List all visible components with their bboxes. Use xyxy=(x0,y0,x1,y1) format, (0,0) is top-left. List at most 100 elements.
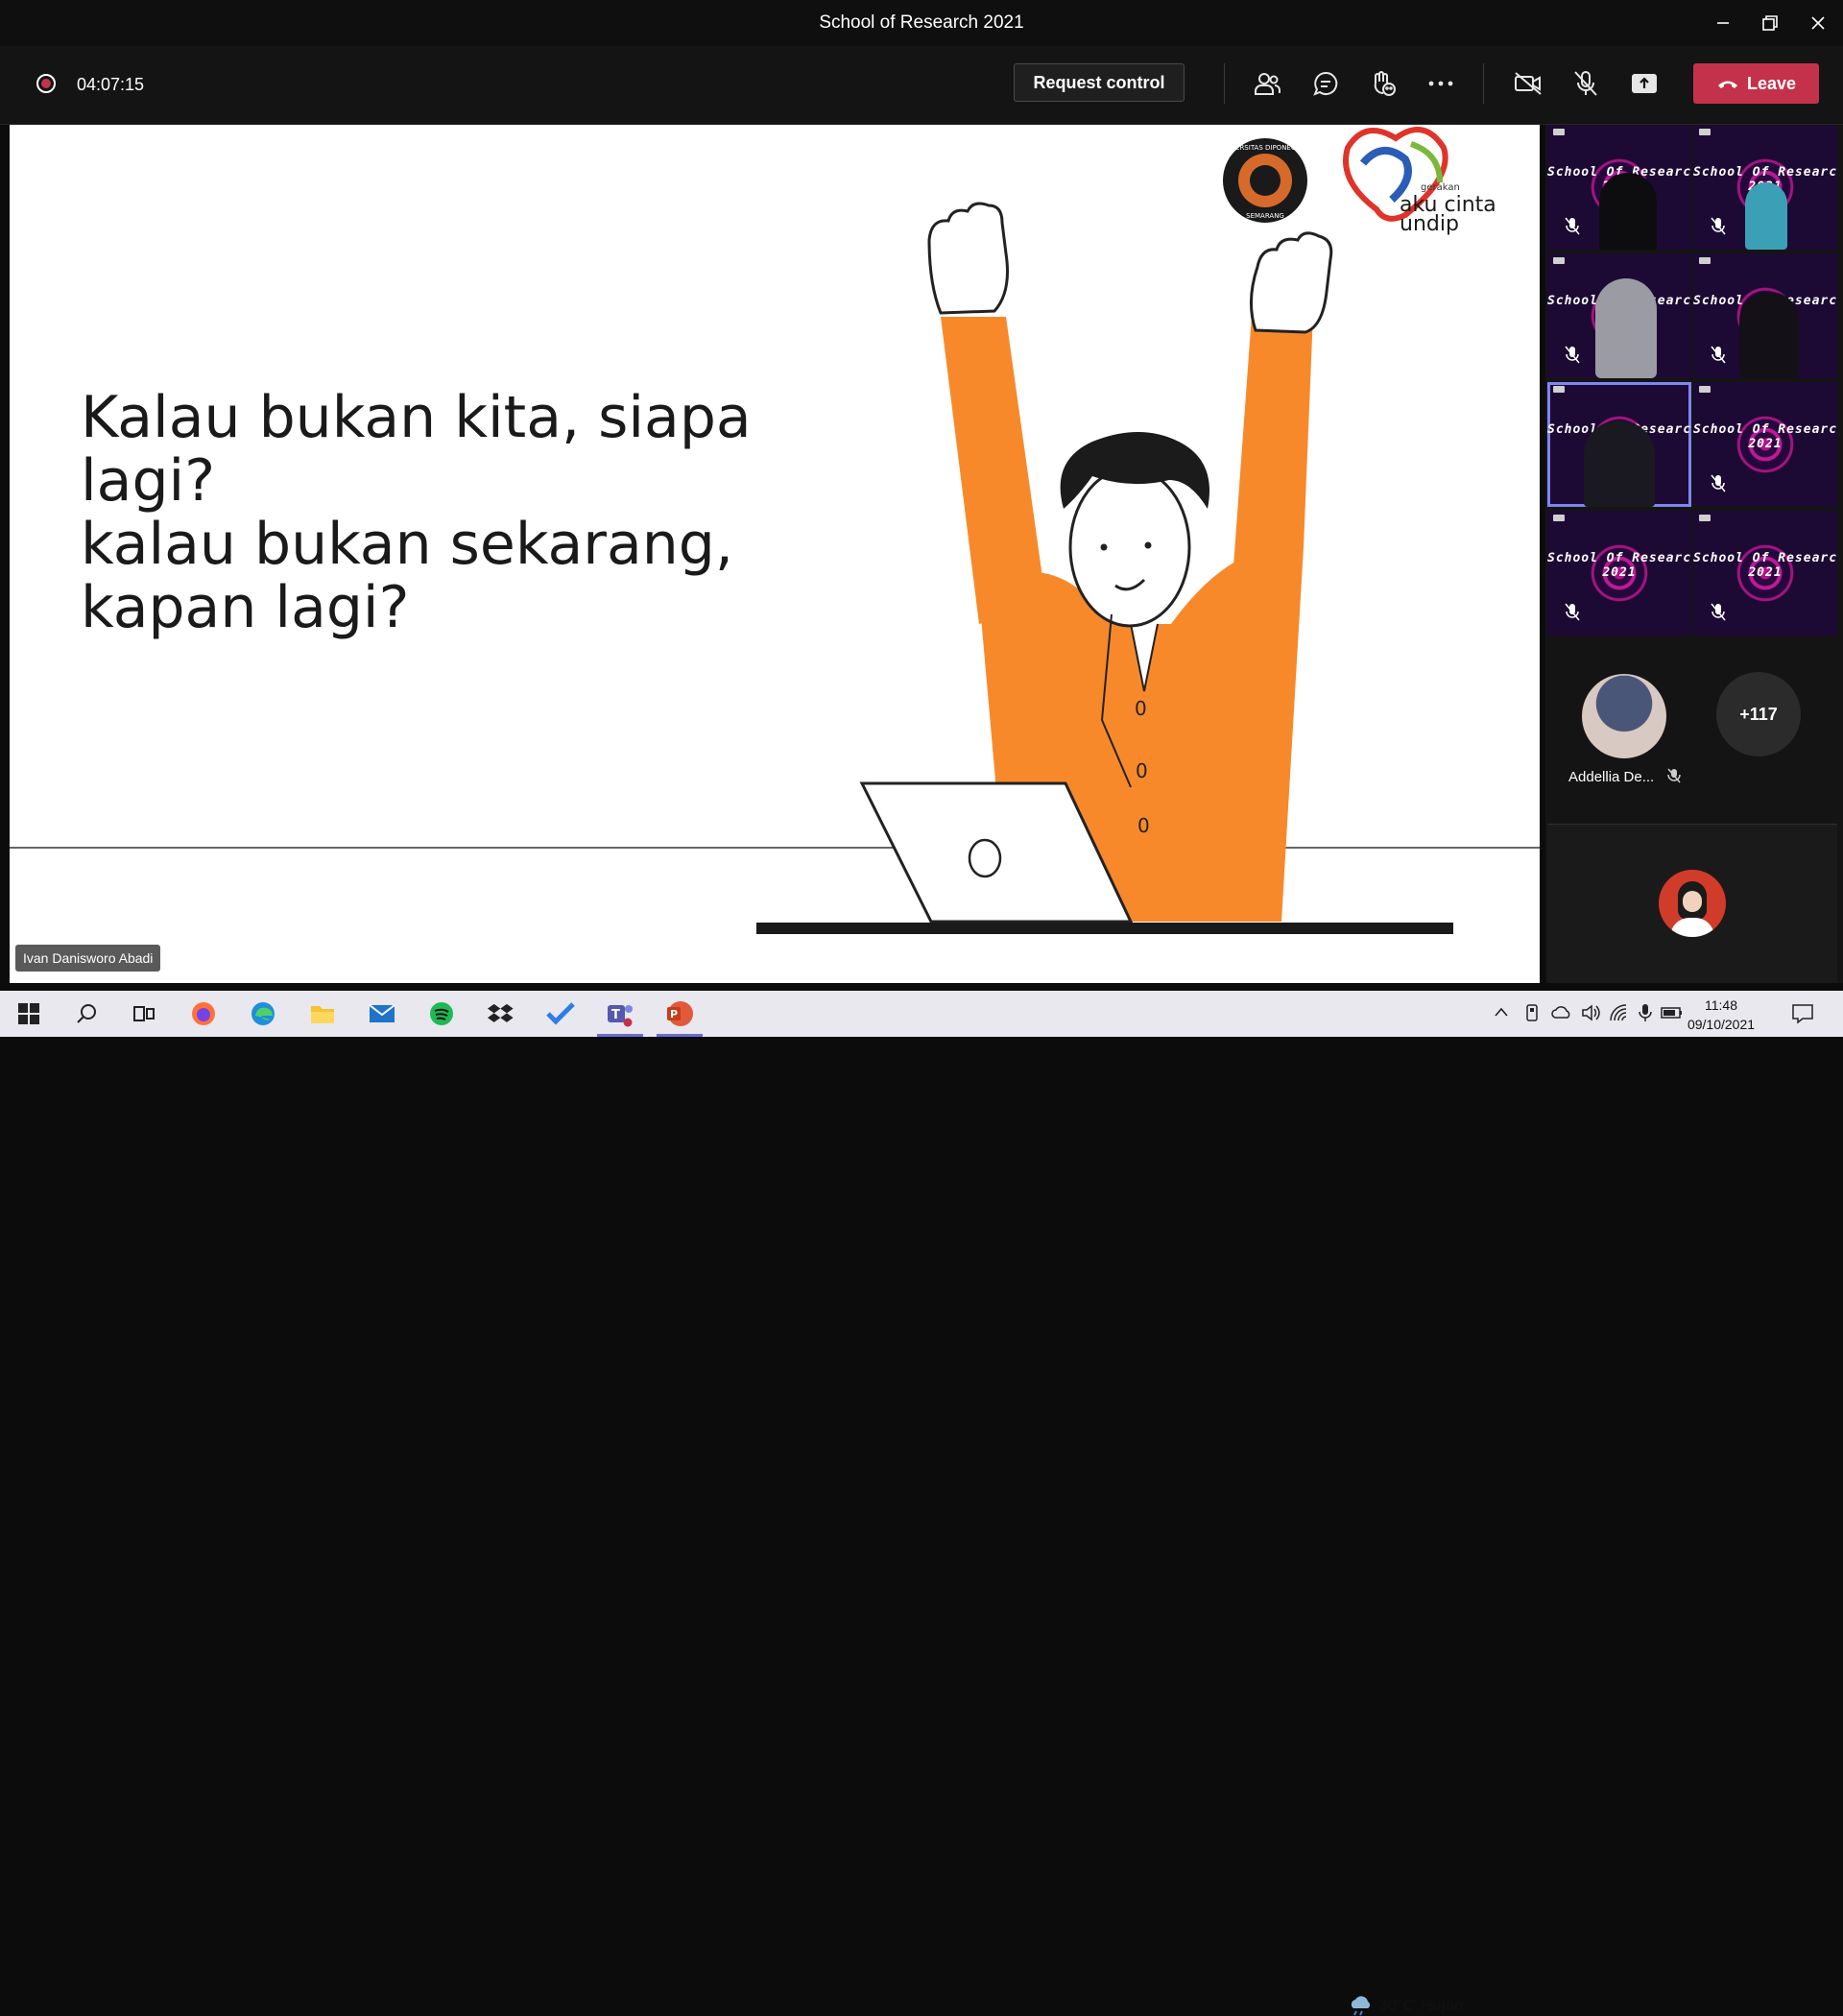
phone-hangup-icon xyxy=(1717,81,1737,88)
leave-button[interactable]: Leave xyxy=(1693,63,1819,104)
windows-logo-icon xyxy=(18,1003,39,1024)
logo-small-text: gerakan xyxy=(1421,182,1460,193)
chat-button[interactable] xyxy=(1304,63,1347,104)
taskbar-todo[interactable] xyxy=(545,998,576,1029)
system-clock[interactable]: 11:48 09/10/2021 xyxy=(1683,996,1759,1034)
taskbar-firefox[interactable] xyxy=(188,998,219,1029)
windows-taskbar: T P 30°C Hujan xyxy=(0,991,1843,2016)
tile-indicator-icon xyxy=(1699,386,1711,393)
powerpoint-icon: P xyxy=(667,1001,693,1026)
recording-indicator-icon xyxy=(36,74,56,93)
taskbar-edge[interactable] xyxy=(248,998,278,1029)
meeting-toolbar: 04:07:15 Request control Leave xyxy=(0,46,1843,125)
participants-button[interactable] xyxy=(1246,63,1288,104)
svg-text:0: 0 xyxy=(1137,814,1150,837)
tile-indicator-icon xyxy=(1553,515,1565,521)
weather-widget[interactable]: 30°C Hujan xyxy=(1348,1995,1463,2016)
mic-off-icon xyxy=(1565,603,1580,621)
participant-video-tile[interactable]: School Of Research2021 xyxy=(1693,253,1837,378)
people-icon xyxy=(1255,73,1281,95)
clock-date: 09/10/2021 xyxy=(1687,1017,1756,1032)
participant-video-tile[interactable]: School Of Research2021 xyxy=(1547,253,1691,378)
wifi-icon[interactable] xyxy=(1609,1003,1630,1022)
participant-video xyxy=(1745,182,1787,250)
weather-desc: Hujan xyxy=(1420,1996,1464,2014)
dropbox-icon xyxy=(488,1003,514,1022)
tile-indicator-icon xyxy=(1553,386,1565,393)
share-screen-button[interactable] xyxy=(1623,63,1665,104)
restore-icon xyxy=(1762,15,1778,31)
participant-video-tile[interactable]: School Of Research2021 xyxy=(1547,511,1691,636)
search-button[interactable] xyxy=(71,998,102,1029)
logo-main-text-2: undip xyxy=(1400,212,1459,236)
tile-indicator-icon xyxy=(1699,515,1711,521)
share-tray-icon xyxy=(1632,74,1657,93)
chevron-up-icon[interactable] xyxy=(1494,1006,1509,1018)
camera-off-icon xyxy=(1515,72,1542,95)
minimize-icon xyxy=(1717,22,1729,24)
participant-video xyxy=(1595,278,1657,378)
minimize-button[interactable] xyxy=(1702,6,1744,40)
taskbar-mail[interactable] xyxy=(367,998,397,1029)
request-control-button[interactable]: Request control xyxy=(1014,63,1185,102)
battery-charging-icon[interactable] xyxy=(1661,1005,1684,1020)
task-view-button[interactable] xyxy=(129,998,159,1029)
participant-video xyxy=(1739,292,1799,378)
leave-label: Leave xyxy=(1746,73,1797,93)
taskbar-spotify[interactable] xyxy=(426,998,457,1029)
taskbar-dropbox[interactable] xyxy=(486,998,516,1029)
close-button[interactable] xyxy=(1797,6,1839,40)
participant-name: Addellia De... xyxy=(1568,768,1682,785)
meeting-timer: 04:07:15 xyxy=(77,75,145,94)
rain-cloud-icon xyxy=(1351,1996,1371,2016)
mic-off-icon xyxy=(1711,603,1726,621)
onedrive-cloud-icon[interactable] xyxy=(1551,1004,1572,1020)
camera-toggle-button[interactable] xyxy=(1507,63,1549,104)
teams-icon: T xyxy=(608,1005,633,1027)
mic-off-icon xyxy=(1667,768,1682,783)
participant-video-tile-active-speaker[interactable]: School Of Research2021 xyxy=(1547,382,1691,507)
notification-icon[interactable] xyxy=(1791,1002,1814,1025)
participant-video-tile[interactable]: School Of Research2021 xyxy=(1693,125,1837,250)
search-icon xyxy=(77,1004,96,1023)
firefox-icon xyxy=(192,1002,215,1025)
more-participants-button[interactable]: +117 xyxy=(1716,672,1801,756)
avatar xyxy=(1659,870,1726,937)
mic-toggle-button[interactable] xyxy=(1565,63,1607,104)
participant-video xyxy=(1599,173,1657,250)
speaker-volume-icon[interactable] xyxy=(1580,1003,1601,1022)
taskbar-file-explorer[interactable] xyxy=(307,998,338,1029)
shared-screen-slide: Kalau bukan kita, siapa lagi? kalau buka… xyxy=(10,125,1540,983)
restore-button[interactable] xyxy=(1749,6,1791,40)
participant-video-tile[interactable]: School Of Research2021 xyxy=(1693,382,1837,507)
start-button[interactable] xyxy=(13,998,44,1029)
chat-icon xyxy=(1313,71,1338,96)
mic-off-icon xyxy=(1711,217,1726,235)
taskbar-powerpoint[interactable]: P xyxy=(657,998,703,1037)
avatar[interactable] xyxy=(1582,674,1666,758)
mic-off-icon xyxy=(1711,346,1726,364)
more-actions-button[interactable] xyxy=(1420,63,1462,104)
folder-icon xyxy=(311,1006,334,1023)
university-seal-logo: UNIVERSITAS DIPONEGORO SEMARANG xyxy=(1219,138,1312,223)
svg-text:T: T xyxy=(611,1008,620,1022)
spotify-icon xyxy=(430,1002,453,1025)
mic-off-icon xyxy=(1565,346,1580,364)
cheering-man-illustration: 0 0 0 UNIVERSITAS DIPONEGORO SEMARANG ge… xyxy=(756,127,1496,934)
participant-video-tile[interactable]: School Of Research2021 xyxy=(1693,511,1837,636)
aku-cinta-undip-logo: gerakan aku cinta undip xyxy=(1343,127,1496,236)
title-bar: School of Research 2021 xyxy=(0,0,1843,46)
svg-text:0: 0 xyxy=(1135,697,1147,720)
participant-video-tile[interactable]: School Of Research2021 xyxy=(1547,125,1691,250)
reactions-button[interactable] xyxy=(1362,63,1404,104)
usb-device-icon[interactable] xyxy=(1524,1003,1540,1022)
weather-temp: 30°C xyxy=(1378,1996,1415,2014)
taskbar-teams[interactable]: T xyxy=(597,998,643,1037)
microphone-in-use-icon[interactable] xyxy=(1638,1002,1653,1023)
toolbar-divider xyxy=(1224,63,1225,104)
mic-off-icon xyxy=(1711,474,1726,492)
participant-video xyxy=(1584,420,1655,507)
close-icon xyxy=(1811,16,1825,30)
tile-indicator-icon xyxy=(1553,257,1565,264)
tile-indicator-icon xyxy=(1699,257,1711,264)
